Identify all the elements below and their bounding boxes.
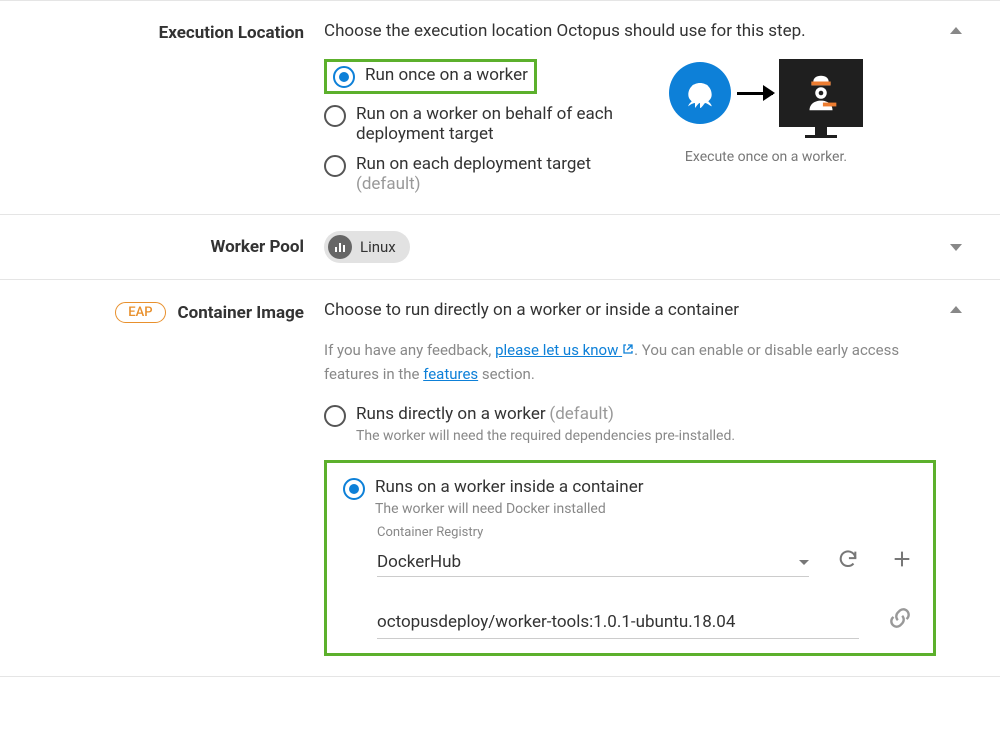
add-button[interactable] [887, 544, 917, 577]
feedback-text: If you have any feedback, please let us … [324, 338, 936, 386]
features-link[interactable]: features [423, 365, 478, 383]
container-radio-group: Runs directly on a worker (default) The … [324, 404, 936, 656]
registry-select[interactable]: DockerHub [377, 548, 809, 577]
chevron-up-icon [950, 306, 962, 313]
collapse-button[interactable] [936, 21, 976, 194]
bar-chart-icon [328, 235, 352, 259]
graphic-caption: Execute once on a worker. [685, 149, 847, 165]
radio-icon [343, 478, 365, 500]
radio-icon [324, 105, 346, 127]
radio-help-text: The worker will need the required depend… [356, 428, 735, 444]
eap-badge: EAP [115, 302, 165, 323]
radio-label: Run on a worker on behalf of each deploy… [356, 104, 616, 144]
radio-label: Run on each deployment target [356, 154, 591, 174]
radio-label: Runs directly on a worker [356, 404, 546, 424]
execution-radio-group: Run once on a worker Run on a worker on … [324, 59, 616, 194]
execution-description: Choose the execution location Octopus sh… [324, 21, 936, 41]
chevron-up-icon [950, 27, 962, 34]
worker-pool-chip[interactable]: Linux [324, 231, 410, 263]
refresh-button[interactable] [833, 544, 863, 577]
container-image-input[interactable] [377, 606, 859, 639]
radio-icon [333, 66, 355, 88]
default-tag: (default) [356, 174, 421, 194]
radio-icon [324, 405, 346, 427]
link-icon[interactable] [883, 601, 917, 639]
registry-label: Container Registry [377, 525, 917, 540]
execution-location-section: Execution Location Choose the execution … [0, 1, 1000, 215]
highlighted-container-option: Runs on a worker inside a container The … [324, 460, 936, 656]
collapse-button[interactable] [936, 300, 976, 656]
radio-icon [324, 155, 346, 177]
radio-help-text: The worker will need Docker installed [375, 501, 643, 517]
registry-value: DockerHub [377, 552, 461, 572]
worker-pool-section: Worker Pool Linux [0, 215, 1000, 280]
default-tag: (default) [549, 404, 614, 424]
arrow-icon [737, 92, 773, 95]
plus-icon [891, 548, 913, 570]
container-description: Choose to run directly on a worker or in… [324, 300, 936, 320]
chevron-down-icon [950, 244, 962, 251]
expand-button[interactable] [936, 244, 976, 251]
radio-run-once-on-worker[interactable]: Run once on a worker [333, 65, 528, 88]
radio-label: Runs on a worker inside a container [375, 477, 643, 497]
radio-label: Run once on a worker [365, 65, 528, 85]
feedback-link[interactable]: please let us know [495, 341, 634, 359]
execution-graphic: Execute once on a worker. [656, 59, 876, 165]
highlighted-option: Run once on a worker [324, 59, 537, 94]
worker-pool-label: Worker Pool [24, 237, 324, 257]
octopus-icon [669, 62, 731, 124]
radio-runs-directly[interactable]: Runs directly on a worker (default) The … [324, 404, 936, 444]
external-link-icon [622, 338, 634, 362]
refresh-icon [837, 548, 859, 570]
dropdown-icon [799, 560, 809, 565]
settings-panel: Execution Location Choose the execution … [0, 0, 1000, 677]
container-image-label: Container Image [178, 303, 304, 323]
radio-run-on-target[interactable]: Run on each deployment target (default) [324, 154, 616, 194]
radio-run-per-target[interactable]: Run on a worker on behalf of each deploy… [324, 104, 616, 144]
execution-location-label: Execution Location [24, 21, 324, 194]
worker-icon [779, 59, 863, 127]
container-image-section: EAP Container Image Choose to run direct… [0, 280, 1000, 676]
radio-runs-in-container[interactable]: Runs on a worker inside a container The … [343, 477, 917, 517]
chip-label: Linux [360, 238, 396, 256]
